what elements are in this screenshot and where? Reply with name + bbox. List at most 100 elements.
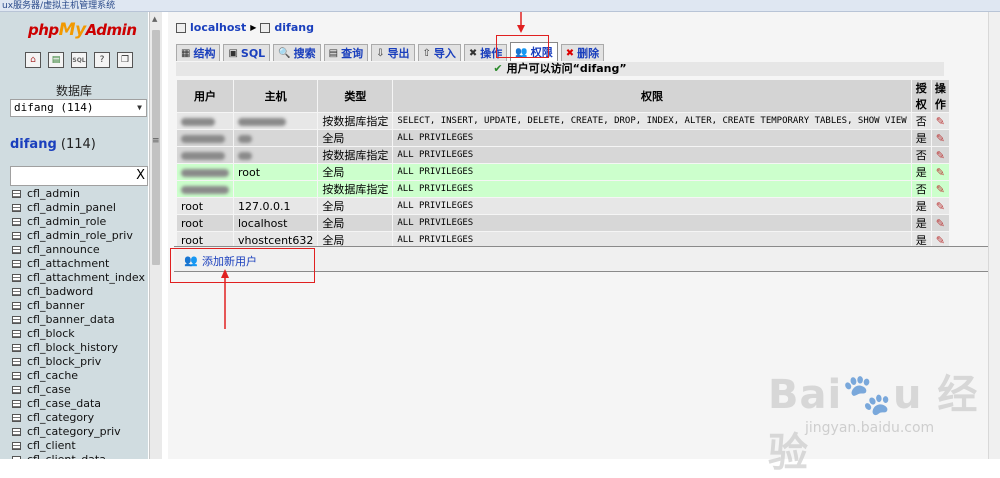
edit-privileges-icon[interactable]: ✎ [936, 234, 945, 247]
table-row: root 全局 ALL PRIVILEGES 是 ✎ [177, 164, 949, 180]
cell-grant: 是 [911, 130, 931, 146]
tab-sql[interactable]: ▣ SQL [223, 44, 271, 61]
redacted-user [181, 185, 229, 194]
database-select[interactable]: difang (114) ▼ [10, 99, 147, 117]
edit-privileges-icon[interactable]: ✎ [936, 115, 945, 128]
table-list-item[interactable]: cfl_cache [12, 369, 145, 383]
cell-type: 全局 [318, 198, 393, 214]
column-header: 主机 [234, 80, 318, 112]
table-list-item[interactable]: cfl_banner [12, 299, 145, 313]
table-list-item[interactable]: cfl_case [12, 383, 145, 397]
home-icon[interactable]: ⌂ [25, 52, 41, 68]
exit-icon[interactable]: ▤ [48, 52, 64, 68]
table-list-item[interactable]: cfl_attachment [12, 257, 145, 271]
column-header: 授权 [911, 80, 931, 112]
cell-privileges: ALL PRIVILEGES [393, 215, 911, 231]
edit-privileges-icon[interactable]: ✎ [936, 132, 945, 145]
edit-privileges-icon[interactable]: ✎ [936, 149, 945, 162]
edit-privileges-icon[interactable]: ✎ [936, 200, 945, 213]
table-icon [12, 232, 21, 240]
privileges-table: 用户 主机 类型 权限 授权 操作 按数据库指定 SELECT, INSERT, UPDAT… [176, 79, 950, 249]
table-icon [12, 302, 21, 310]
cell-type: 全局 [318, 130, 393, 146]
cell-grant: 否 [911, 181, 931, 197]
redacted-host [238, 134, 252, 143]
table-icon [12, 190, 21, 198]
phpmyadmin-logo[interactable]: phpMyAdmin [28, 20, 137, 40]
tab-export[interactable]: ⇩ 导出 [371, 44, 415, 61]
table-row: 按数据库指定 SELECT, INSERT, UPDATE, DELETE, CR… [177, 113, 949, 129]
table-list-item[interactable]: cfl_block_priv [12, 355, 145, 369]
table-list-item[interactable]: cfl_badword [12, 285, 145, 299]
cell-user [177, 113, 233, 129]
table-row: 全局 ALL PRIVILEGES 是 ✎ [177, 130, 949, 146]
table-icon [12, 288, 21, 296]
table-list-item[interactable]: cfl_admin_role_priv [12, 229, 145, 243]
tab-query[interactable]: ▤ 查询 [323, 44, 369, 61]
cell-action: ✎ [931, 215, 949, 231]
cell-action: ✎ [931, 198, 949, 214]
clear-filter-button[interactable]: X [136, 168, 145, 183]
column-header: 操作 [931, 80, 949, 112]
table-icon [12, 274, 21, 282]
edit-privileges-icon[interactable]: ✎ [936, 217, 945, 230]
cell-type: 全局 [318, 215, 393, 231]
table-list-item[interactable]: cfl_admin [12, 187, 145, 201]
scroll-up-icon[interactable]: ▲ [152, 15, 157, 23]
table-list-item[interactable]: cfl_client_data [12, 453, 145, 459]
cell-type: 按数据库指定 [318, 113, 393, 129]
table-list-item[interactable]: cfl_admin_panel [12, 201, 145, 215]
table-icon [12, 204, 21, 212]
arrow-up-icon [221, 269, 229, 329]
checkmark-icon: ✔ [493, 62, 503, 75]
table-list-item[interactable]: cfl_case_data [12, 397, 145, 411]
current-database-link[interactable]: difang (114) [10, 137, 96, 152]
sql-icon[interactable]: SQL [71, 52, 87, 68]
query-icon[interactable]: ? [94, 52, 110, 68]
edit-privileges-icon[interactable]: ✎ [936, 183, 945, 196]
tab-search[interactable]: 🔍 搜索 [273, 44, 321, 61]
cell-host: 127.0.0.1 [234, 198, 318, 214]
sql-icon: ▣ [228, 47, 238, 59]
import-icon: ⇧ [422, 47, 431, 59]
drop-icon: ✖ [565, 47, 575, 59]
search-icon: 🔍 [278, 47, 291, 59]
redacted-user [181, 168, 229, 177]
docs-icon[interactable]: ❐ [117, 52, 133, 68]
tab-import[interactable]: ⇧ 导入 [417, 44, 461, 61]
tab-structure[interactable]: ▦ 结构 [176, 44, 221, 61]
operations-icon: ✖ [468, 47, 478, 59]
table-list-item[interactable]: cfl_banner_data [12, 313, 145, 327]
edit-privileges-icon[interactable]: ✎ [936, 166, 945, 179]
cell-user [177, 181, 233, 197]
table-list-item[interactable]: cfl_client [12, 439, 145, 453]
cell-host [234, 113, 318, 129]
table-filter-input[interactable]: X [10, 166, 148, 186]
table-list-item[interactable]: cfl_block_history [12, 341, 145, 355]
frame-resizer-icon[interactable]: ≡ [152, 136, 160, 146]
table-list-item[interactable]: cfl_block [12, 327, 145, 341]
table-list-item[interactable]: cfl_admin_role [12, 215, 145, 229]
redacted-user [181, 134, 225, 143]
table-icon [12, 344, 21, 352]
cell-privileges: ALL PRIVILEGES [393, 198, 911, 214]
table-list-item[interactable]: cfl_category_priv [12, 425, 145, 439]
column-header: 权限 [393, 80, 911, 112]
cell-host [234, 147, 318, 163]
tab-drop[interactable]: ✖ 删除 [560, 44, 605, 61]
cell-host: root [234, 164, 318, 180]
table-icon [12, 218, 21, 226]
redacted-host [238, 117, 286, 126]
table-icon [12, 330, 21, 338]
table-list-item[interactable]: cfl_announce [12, 243, 145, 257]
left-scrollbar[interactable]: ▲ [149, 12, 162, 459]
breadcrumb-database[interactable]: difang [274, 21, 314, 34]
cell-action: ✎ [931, 130, 949, 146]
table-list-item[interactable]: cfl_category [12, 411, 145, 425]
cell-user [177, 147, 233, 163]
scrollbar-thumb[interactable] [152, 30, 160, 265]
query-icon: ▤ [328, 47, 339, 59]
cell-host: localhost [234, 215, 318, 231]
breadcrumb-server[interactable]: localhost [190, 21, 246, 34]
table-list-item[interactable]: cfl_attachment_index [12, 271, 145, 285]
